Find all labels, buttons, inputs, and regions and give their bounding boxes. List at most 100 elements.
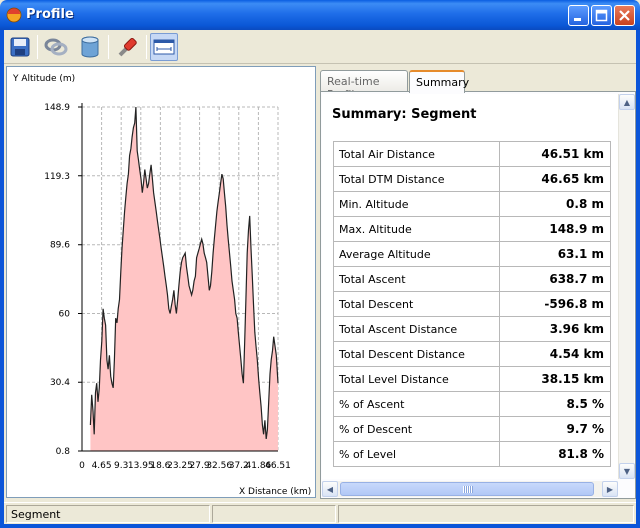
x-tick-label: 0: [79, 461, 85, 471]
summary-value: 9.7 %: [499, 416, 611, 442]
close-button[interactable]: [614, 5, 635, 26]
tab-summary[interactable]: Summary: [409, 70, 469, 93]
summary-label: Min. Altitude: [333, 191, 500, 217]
y-axis-label: Y Altitude (m): [12, 74, 75, 84]
summary-label: Total Ascent: [333, 266, 500, 292]
segment-view-icon: [153, 39, 175, 55]
summary-value: 8.5 %: [499, 391, 611, 417]
x-axis-label: X Distance (km): [239, 487, 311, 497]
profile-chart-panel[interactable]: Y Altitude (m) X Distance (km) 148.9 119.…: [6, 66, 316, 498]
summary-value: 3.96 km: [499, 316, 611, 342]
app-icon: [6, 7, 22, 23]
status-bar: Segment: [4, 502, 636, 524]
horizontal-scrollbar[interactable]: ◀ ▶: [322, 481, 618, 497]
link-button[interactable]: [42, 33, 70, 61]
summary-label: % of Level: [333, 441, 500, 467]
profile-area: [89, 106, 279, 451]
summary-row: Total Descent -596.8 m: [333, 291, 611, 317]
summary-row: Average Altitude 63.1 m: [333, 241, 611, 267]
summary-value: 46.51 km: [499, 141, 611, 167]
toolbar-separator: [37, 35, 38, 59]
summary-label: Total Descent: [333, 291, 500, 317]
scroll-up-button[interactable]: ▲: [619, 94, 635, 110]
toolbar-separator: [108, 35, 109, 59]
link-icon: [44, 38, 68, 56]
summary-row: Total Descent Distance 4.54 km: [333, 341, 611, 367]
scroll-grip: [463, 486, 473, 493]
summary-label: Total Air Distance: [333, 141, 500, 167]
minimize-button[interactable]: [568, 5, 589, 26]
chevron-right-icon: ▶: [606, 484, 614, 494]
status-cell-3: [338, 505, 634, 523]
summary-row: Total Air Distance 46.51 km: [333, 141, 611, 167]
y-tick-label: 148.9: [44, 103, 70, 113]
maximize-button[interactable]: [591, 5, 612, 26]
summary-value: 4.54 km: [499, 341, 611, 367]
summary-row: Total Ascent 638.7 m: [333, 266, 611, 292]
save-icon: [10, 37, 30, 57]
maximize-icon: [595, 9, 608, 22]
tab-realtime-profile[interactable]: Real-time Profile: [320, 70, 408, 101]
summary-area: Summary: Segment Total Air Distance 46.51…: [322, 94, 618, 479]
title-bar[interactable]: Profile: [0, 0, 640, 30]
summary-value: 38.15 km: [499, 366, 611, 392]
summary-title: Summary: Segment: [332, 107, 477, 122]
summary-value: 148.9 m: [499, 216, 611, 242]
summary-row: % of Level 81.8 %: [333, 441, 611, 467]
scroll-right-button[interactable]: ▶: [602, 481, 618, 497]
database-button[interactable]: [76, 33, 104, 61]
save-button[interactable]: [6, 33, 34, 61]
y-tick-label: 119.3: [44, 172, 70, 182]
chevron-left-icon: ◀: [326, 484, 334, 494]
summary-row: Total DTM Distance 46.65 km: [333, 166, 611, 192]
summary-table: Total Air Distance 46.51 km Total DTM Dist…: [333, 141, 611, 467]
horizontal-scroll-thumb[interactable]: [340, 482, 594, 496]
summary-row: % of Ascent 8.5 %: [333, 391, 611, 417]
y-tick-labels: 148.9 119.3 89.6 60 30.4 0.8: [44, 103, 70, 457]
summary-value: 638.7 m: [499, 266, 611, 292]
status-cell-2: [212, 505, 336, 523]
status-text: Segment: [6, 505, 210, 523]
toolbar-separator: [146, 35, 147, 59]
summary-label: Total DTM Distance: [333, 166, 500, 192]
window-title: Profile: [26, 7, 74, 22]
y-tick-label: 0.8: [56, 447, 71, 457]
segment-view-button[interactable]: [150, 33, 178, 61]
profile-fill: [90, 107, 279, 451]
window-frame-left: [0, 30, 4, 528]
summary-value: 0.8 m: [499, 191, 611, 217]
profile-tool-button[interactable]: [114, 33, 142, 61]
summary-row: Min. Altitude 0.8 m: [333, 191, 611, 217]
scroll-down-button[interactable]: ▼: [619, 463, 635, 479]
scroll-left-button[interactable]: ◀: [322, 481, 338, 497]
close-icon: [619, 10, 630, 21]
summary-label: Max. Altitude: [333, 216, 500, 242]
summary-value: 81.8 %: [499, 441, 611, 467]
summary-row: Max. Altitude 148.9 m: [333, 216, 611, 242]
summary-label: Total Ascent Distance: [333, 316, 500, 342]
summary-value: 46.65 km: [499, 166, 611, 192]
toolbar: [4, 30, 636, 64]
vertical-scrollbar[interactable]: ▲ ▼: [618, 94, 635, 479]
summary-label: % of Ascent: [333, 391, 500, 417]
minimize-icon: [574, 18, 581, 21]
y-tick-label: 89.6: [50, 241, 70, 251]
summary-row: Total Level Distance 38.15 km: [333, 366, 611, 392]
x-tick-label: 9.3: [114, 461, 128, 471]
x-tick-labels: 0 4.65 9.3 13.9518.623.2527.932.5637.241.86…: [79, 461, 291, 471]
chevron-up-icon: ▲: [623, 97, 631, 107]
x-tick-label: 46.51: [265, 461, 291, 471]
summary-label: Total Descent Distance: [333, 341, 500, 367]
summary-value: 63.1 m: [499, 241, 611, 267]
window-frame-bottom: [0, 524, 640, 528]
database-icon: [81, 36, 99, 58]
summary-value: -596.8 m: [499, 291, 611, 317]
summary-label: Average Altitude: [333, 241, 500, 267]
summary-label: % of Descent: [333, 416, 500, 442]
summary-row: Total Ascent Distance 3.96 km: [333, 316, 611, 342]
x-tick-label: 4.65: [92, 461, 112, 471]
y-tick-label: 30.4: [50, 378, 70, 388]
chevron-down-icon: ▼: [623, 466, 631, 476]
altitude-profile-chart[interactable]: Y Altitude (m) X Distance (km) 148.9 119.…: [7, 67, 315, 497]
y-tick-label: 60: [59, 309, 71, 319]
